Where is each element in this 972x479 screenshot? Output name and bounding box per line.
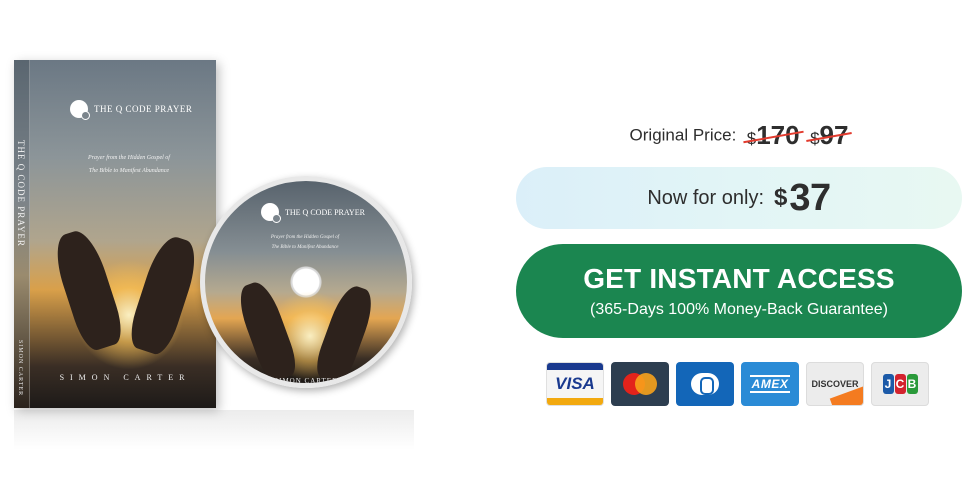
get-instant-access-button[interactable]: GET INSTANT ACCESS (365-Days 100% Money-… xyxy=(516,244,962,338)
amex-icon: AMEX xyxy=(741,362,799,406)
current-price: 37 xyxy=(789,176,831,219)
case-title: THE Q CODE PRAYER xyxy=(94,104,193,114)
case-logo: THE Q CODE PRAYER xyxy=(70,100,193,120)
spine-author: SIMON CARTER xyxy=(17,340,23,397)
logo-icon xyxy=(261,203,281,223)
cta-guarantee: (365-Days 100% Money-Back Guarantee) xyxy=(590,301,888,318)
dvd-spine: THE Q CODE PRAYER SIMON CARTER xyxy=(14,60,30,408)
dvd-case: THE Q CODE PRAYER SIMON CARTER THE Q COD… xyxy=(14,60,216,408)
disc-logo: THE Q CODE PRAYER xyxy=(261,203,365,223)
case-subtitle: Prayer from the Hidden Gospel of The Bib… xyxy=(88,155,170,174)
cta-title: GET INSTANT ACCESS xyxy=(583,263,895,294)
spine-title: THE Q CODE PRAYER xyxy=(16,140,26,247)
disc-author: SIMON CARTER xyxy=(274,377,338,385)
payment-methods: VISA AMEX DISCOVER JCB xyxy=(546,362,929,406)
old-price-1: $170 xyxy=(746,120,800,150)
disc-title: THE Q CODE PRAYER xyxy=(285,207,365,217)
old-price-2: $97 xyxy=(810,120,849,150)
cd-disc: THE Q CODE PRAYER Prayer from the Hidden… xyxy=(200,176,412,388)
floor-reflection xyxy=(14,410,414,450)
visa-icon: VISA xyxy=(546,362,604,406)
disc-subtitle: Prayer from the Hidden Gospel of The Bib… xyxy=(270,235,340,250)
diners-club-icon xyxy=(676,362,734,406)
jcb-icon: JCB xyxy=(871,362,929,406)
case-author: SIMON CARTER xyxy=(59,373,191,382)
mastercard-icon xyxy=(611,362,669,406)
logo-icon xyxy=(70,100,90,120)
current-price-label: Now for only: xyxy=(647,186,765,209)
product-image: THE Q CODE PRAYER SIMON CARTER THE Q COD… xyxy=(0,0,470,479)
current-price-currency: $ xyxy=(774,184,788,211)
original-price-row: Original Price: $170 $97 xyxy=(516,120,962,151)
current-price-pill: Now for only: $ 37 xyxy=(516,167,962,229)
original-price-label: Original Price: xyxy=(629,125,737,145)
pricing-panel: Original Price: $170 $97 Now for only: $… xyxy=(516,0,962,479)
discover-icon: DISCOVER xyxy=(806,362,864,406)
